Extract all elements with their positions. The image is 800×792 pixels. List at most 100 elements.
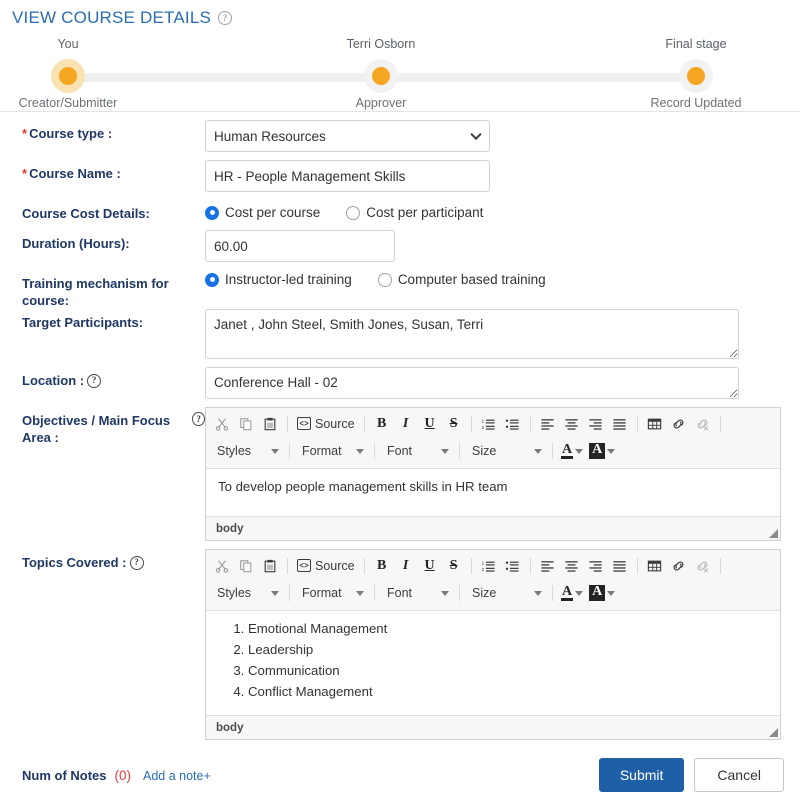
topics-editor-statusbar: body <box>206 715 780 739</box>
objectives-element-path: body <box>216 523 243 535</box>
cost-per-course-radio-item[interactable]: Cost per course <box>205 205 320 220</box>
notes-count: (0) <box>115 768 132 783</box>
stepper-step-final[interactable]: Final stage Record Updated <box>611 34 781 110</box>
bulleted-list-icon[interactable] <box>501 555 525 577</box>
stepper-step-you[interactable]: You Creator/Submitter <box>0 34 153 110</box>
font-combo[interactable]: Font <box>380 440 454 462</box>
target-participants-textarea[interactable]: Janet , John Steel, Smith Jones, Susan, … <box>205 309 739 359</box>
copy-icon[interactable] <box>234 413 258 435</box>
format-combo[interactable]: Format <box>295 582 369 604</box>
course-type-select[interactable]: Human Resources <box>205 120 490 152</box>
align-right-icon[interactable] <box>584 555 608 577</box>
resize-grip[interactable] <box>769 728 778 737</box>
cost-per-participant-radio-item[interactable]: Cost per participant <box>346 205 483 220</box>
size-combo-label: Size <box>472 586 496 600</box>
stepper-dot <box>679 59 713 93</box>
table-icon[interactable] <box>643 555 667 577</box>
list-item: Conflict Management <box>248 684 768 700</box>
submit-button[interactable]: Submit <box>599 758 685 792</box>
topics-editor-body[interactable]: Emotional Management Leadership Communic… <box>206 611 780 715</box>
bulleted-list-icon[interactable] <box>501 413 525 435</box>
help-circle-icon[interactable]: ? <box>192 412 205 426</box>
underline-icon[interactable]: U <box>418 413 442 435</box>
add-note-link[interactable]: Add a note+ <box>143 769 211 783</box>
align-center-icon[interactable] <box>560 555 584 577</box>
help-circle-icon[interactable]: ? <box>130 556 144 570</box>
text-color-button[interactable]: A <box>558 582 586 604</box>
italic-icon[interactable]: I <box>394 555 418 577</box>
align-left-icon[interactable] <box>536 555 560 577</box>
help-circle-icon[interactable]: ? <box>87 374 101 388</box>
stepper-dot <box>364 59 398 93</box>
source-icon: <> <box>297 559 311 572</box>
duration-input[interactable] <box>205 230 395 262</box>
format-combo[interactable]: Format <box>295 440 369 462</box>
stepper-step-role: Creator/Submitter <box>0 96 153 110</box>
bold-icon[interactable]: B <box>370 413 394 435</box>
notes-section: Num of Notes (0) Add a note+ <box>22 768 211 783</box>
course-name-input[interactable] <box>205 160 490 192</box>
objectives-editor-body[interactable]: To develop people management skills in H… <box>206 469 780 516</box>
align-right-icon[interactable] <box>584 413 608 435</box>
field-row-course-type: *Course type : Human Resources <box>0 120 800 152</box>
strikethrough-icon[interactable]: S <box>442 413 466 435</box>
link-icon[interactable] <box>667 413 691 435</box>
italic-icon[interactable]: I <box>394 413 418 435</box>
resize-grip[interactable] <box>769 529 778 538</box>
instructor-led-radio[interactable] <box>205 273 219 287</box>
align-justify-icon[interactable] <box>608 413 632 435</box>
bold-icon[interactable]: B <box>370 555 394 577</box>
topics-editor: <> Source B I U S 12 <box>205 549 781 740</box>
font-combo[interactable]: Font <box>380 582 454 604</box>
required-marker: * <box>22 166 27 181</box>
link-icon[interactable] <box>667 555 691 577</box>
topics-list: Emotional Management Leadership Communic… <box>218 621 768 700</box>
strikethrough-icon[interactable]: S <box>442 555 466 577</box>
paste-icon[interactable] <box>258 413 282 435</box>
cut-icon[interactable] <box>210 555 234 577</box>
stepper-step-name: Final stage <box>611 34 781 54</box>
size-combo[interactable]: Size <box>465 440 547 462</box>
cut-icon[interactable] <box>210 413 234 435</box>
numbered-list-icon[interactable]: 12 <box>477 413 501 435</box>
table-icon[interactable] <box>643 413 667 435</box>
computer-based-radio-item[interactable]: Computer based training <box>378 272 546 287</box>
cancel-button[interactable]: Cancel <box>694 758 784 792</box>
instructor-led-radio-item[interactable]: Instructor-led training <box>205 272 352 287</box>
align-left-icon[interactable] <box>536 413 560 435</box>
text-color-button[interactable]: A <box>558 440 586 462</box>
styles-combo-label: Styles <box>217 586 251 600</box>
text-color-icon: A <box>561 443 573 459</box>
font-combo-label: Font <box>387 586 412 600</box>
underline-icon[interactable]: U <box>418 555 442 577</box>
cost-per-course-radio[interactable] <box>205 206 219 220</box>
styles-combo[interactable]: Styles <box>210 440 284 462</box>
cost-per-participant-radio[interactable] <box>346 206 360 220</box>
align-justify-icon[interactable] <box>608 555 632 577</box>
field-row-location: Location : ? Conference Hall - 02 <box>0 367 800 399</box>
location-textarea[interactable]: Conference Hall - 02 <box>205 367 739 399</box>
source-button[interactable]: <> Source <box>293 555 359 577</box>
course-type-select-wrap: Human Resources <box>205 120 490 152</box>
chevron-down-icon <box>575 591 583 596</box>
unlink-icon[interactable] <box>691 555 715 577</box>
align-center-icon[interactable] <box>560 413 584 435</box>
field-row-training-mechanism: Training mechanism for course: Instructo… <box>0 270 800 309</box>
paste-icon[interactable] <box>258 555 282 577</box>
background-color-button[interactable]: A <box>586 582 618 604</box>
topics-editor-toolbar: <> Source B I U S 12 <box>206 550 780 611</box>
computer-based-radio[interactable] <box>378 273 392 287</box>
objectives-editor-toolbar: <> Source B I U S 12 <box>206 408 780 469</box>
chevron-down-icon <box>271 449 279 454</box>
source-button[interactable]: <> Source <box>293 413 359 435</box>
stepper-step-approver[interactable]: Terri Osborn Approver <box>296 34 466 110</box>
help-circle-icon[interactable]: ? <box>218 11 232 25</box>
size-combo[interactable]: Size <box>465 582 547 604</box>
styles-combo[interactable]: Styles <box>210 582 284 604</box>
copy-icon[interactable] <box>234 555 258 577</box>
unlink-icon[interactable] <box>691 413 715 435</box>
background-color-button[interactable]: A <box>586 440 618 462</box>
workflow-stepper: You Creator/Submitter Terri Osborn Appro… <box>0 34 800 112</box>
numbered-list-icon[interactable]: 12 <box>477 555 501 577</box>
stepper-step-name: Terri Osborn <box>296 34 466 54</box>
